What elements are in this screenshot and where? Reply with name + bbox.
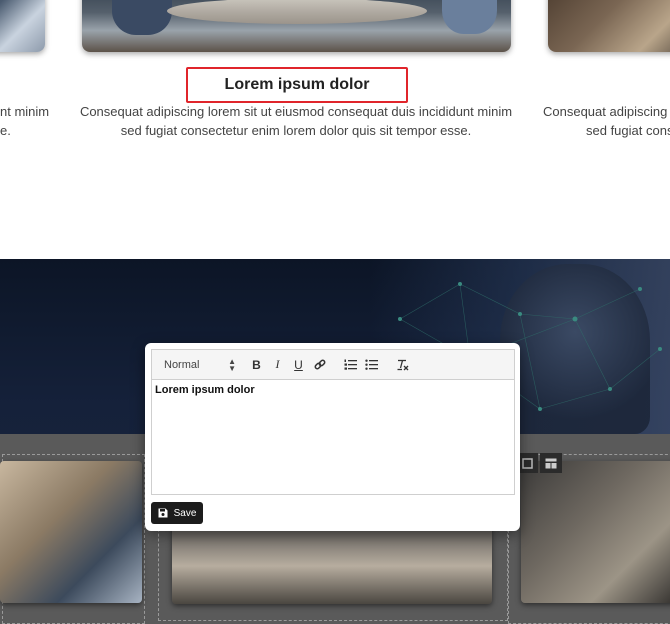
page: Lorem ipsum dolor Consequat adipiscing l… xyxy=(0,0,670,624)
card-description-left-line1: nt minim xyxy=(0,104,50,119)
layout-icon[interactable] xyxy=(540,453,562,473)
underline-button[interactable]: U xyxy=(288,354,309,376)
ordered-list-icon[interactable] xyxy=(340,354,361,376)
card-description-right-line2: sed fugiat cons xyxy=(586,123,670,138)
save-icon xyxy=(158,508,168,518)
card-description-center: Consequat adipiscing lorem sit ut eiusmo… xyxy=(79,104,513,138)
photo-person xyxy=(442,0,497,34)
gallery-photo-right[interactable] xyxy=(521,461,670,603)
photo-table xyxy=(167,0,427,24)
gallery-photo-left[interactable] xyxy=(0,461,142,603)
save-button-label: Save xyxy=(173,507,197,519)
card-description-right-line1: Consequat adipiscing xyxy=(543,104,668,119)
bold-button[interactable]: B xyxy=(246,354,267,376)
text-editor-popup: Normal ▲ ▼ B I U Lorem ipsum dolor Save xyxy=(145,343,520,531)
link-icon[interactable] xyxy=(309,354,330,376)
card-description-left-line2: e. xyxy=(0,123,11,138)
card-image-right[interactable] xyxy=(548,0,670,52)
format-select-value: Normal xyxy=(164,358,200,371)
card-image-left[interactable] xyxy=(0,0,45,52)
card-title-selected[interactable]: Lorem ipsum dolor xyxy=(186,67,408,103)
italic-button[interactable]: I xyxy=(267,354,288,376)
format-select[interactable]: Normal ▲ ▼ xyxy=(164,354,236,376)
save-button[interactable]: Save xyxy=(151,502,203,524)
editor-content-area[interactable]: Lorem ipsum dolor xyxy=(151,380,515,495)
editor-content-text[interactable]: Lorem ipsum dolor xyxy=(155,384,511,396)
card-image-center[interactable] xyxy=(82,0,511,52)
gallery-item-controls xyxy=(516,453,562,473)
editor-toolbar: Normal ▲ ▼ B I U xyxy=(151,349,515,380)
select-arrows-icon: ▲ ▼ xyxy=(228,356,236,373)
bullet-list-icon[interactable] xyxy=(361,354,382,376)
card-title[interactable]: Lorem ipsum dolor xyxy=(225,76,370,94)
photo-person xyxy=(112,0,172,35)
clear-format-icon[interactable] xyxy=(392,354,413,376)
